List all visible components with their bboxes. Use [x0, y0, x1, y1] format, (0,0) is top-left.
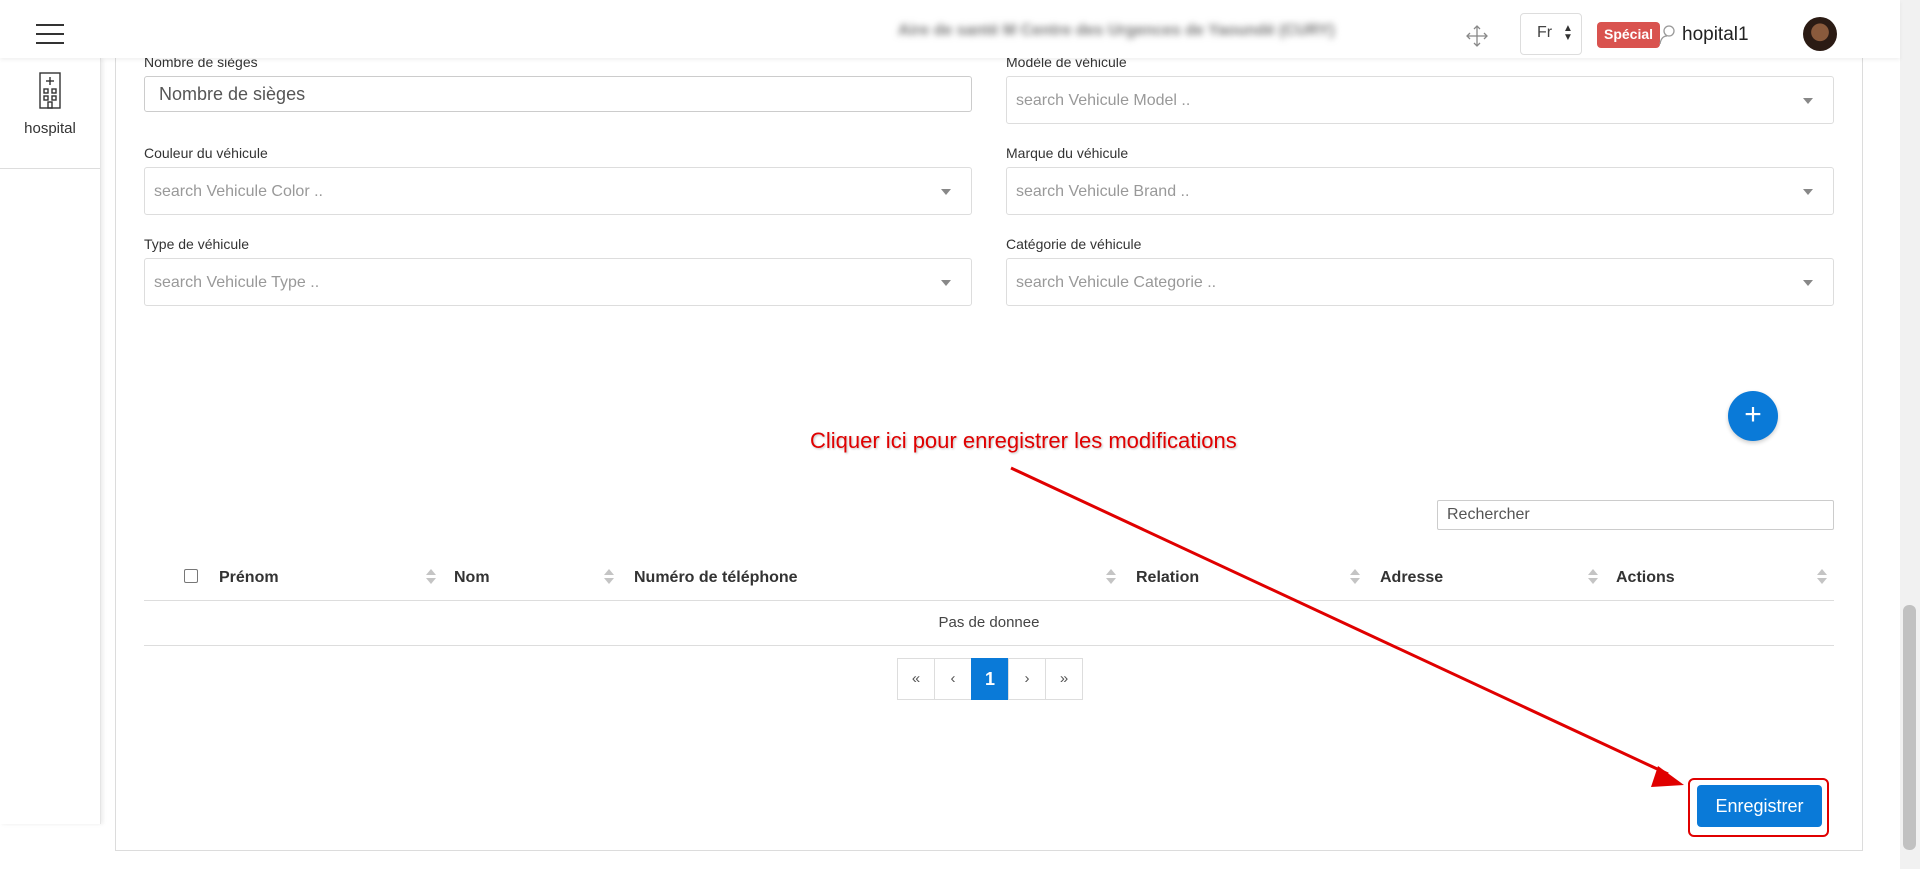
sort-icon[interactable]: [426, 569, 436, 585]
organization-name: Aire de santé M Centre des Urgences de Y…: [898, 22, 1335, 39]
category-label: Catégorie de véhicule: [1006, 236, 1142, 252]
color-select[interactable]: search Vehicule Color ..: [144, 167, 972, 215]
pagination: « ‹ 1 › »: [897, 658, 1083, 700]
select-all-checkbox[interactable]: [184, 569, 198, 583]
username[interactable]: hopital1: [1682, 24, 1749, 46]
scrollbar-thumb[interactable]: [1903, 605, 1916, 850]
sort-icon[interactable]: [1350, 569, 1360, 585]
category-placeholder: search Vehicule Categorie ..: [1016, 274, 1217, 291]
chevron-down-icon: [941, 280, 951, 286]
first-page-button[interactable]: «: [897, 658, 935, 700]
language-select[interactable]: Fr ▲ ▼: [1520, 13, 1582, 55]
sidebar-item-hospital[interactable]: hospital: [0, 120, 100, 137]
model-placeholder: search Vehicule Model ..: [1016, 92, 1191, 109]
sort-icon[interactable]: [1817, 569, 1827, 585]
brand-placeholder: search Vehicule Brand ..: [1016, 183, 1190, 200]
fullscreen-move-icon[interactable]: [1465, 24, 1489, 48]
column-header-phone[interactable]: Numéro de téléphone: [634, 569, 798, 587]
sort-arrows-icon: ▲ ▼: [1563, 23, 1573, 43]
model-select[interactable]: search Vehicule Model ..: [1006, 76, 1834, 124]
column-header-actions[interactable]: Actions: [1616, 569, 1675, 587]
language-value: Fr: [1537, 24, 1553, 41]
column-header-relation[interactable]: Relation: [1136, 569, 1199, 587]
menu-icon[interactable]: [36, 24, 64, 44]
add-contact-button[interactable]: +: [1728, 391, 1778, 441]
table-header: Prénom Nom Numéro de téléphone Relation …: [144, 557, 1834, 601]
type-placeholder: search Vehicule Type ..: [154, 274, 320, 291]
avatar[interactable]: [1803, 17, 1837, 51]
chevron-down-icon: [1803, 189, 1813, 195]
next-page-button[interactable]: ›: [1008, 658, 1046, 700]
last-page-button[interactable]: »: [1045, 658, 1083, 700]
category-select[interactable]: search Vehicule Categorie ..: [1006, 258, 1834, 306]
type-select[interactable]: search Vehicule Type ..: [144, 258, 972, 306]
sort-icon[interactable]: [1588, 569, 1598, 585]
brand-label: Marque du véhicule: [1006, 145, 1129, 161]
annotation-text: Cliquer ici pour enregistrer les modific…: [810, 428, 1237, 453]
chevron-down-icon: [941, 189, 951, 195]
sidebar-divider: [0, 168, 100, 169]
color-label: Couleur du véhicule: [144, 145, 268, 161]
hospital-icon[interactable]: [38, 72, 62, 110]
type-label: Type de véhicule: [144, 236, 250, 252]
color-placeholder: search Vehicule Color ..: [154, 183, 323, 200]
sort-icon[interactable]: [604, 569, 614, 585]
user-icon: [1659, 25, 1675, 45]
seats-input[interactable]: [144, 76, 972, 112]
column-header-address[interactable]: Adresse: [1380, 569, 1443, 587]
sort-icon[interactable]: [1106, 569, 1116, 585]
empty-table-message: Pas de donnee: [144, 601, 1834, 646]
search-input[interactable]: [1437, 500, 1834, 530]
chevron-down-icon: [1803, 280, 1813, 286]
column-header-lastname[interactable]: Nom: [454, 569, 490, 587]
sidebar: hospital: [0, 58, 101, 824]
special-badge[interactable]: Spécial: [1597, 22, 1661, 48]
previous-page-button[interactable]: ‹: [934, 658, 972, 700]
save-button[interactable]: Enregistrer: [1697, 785, 1822, 827]
top-bar: Aire de santé M Centre des Urgences de Y…: [0, 0, 1900, 58]
chevron-down-icon: [1803, 98, 1813, 104]
current-page-button[interactable]: 1: [971, 658, 1009, 700]
brand-select[interactable]: search Vehicule Brand ..: [1006, 167, 1834, 215]
column-header-firstname[interactable]: Prénom: [219, 569, 279, 587]
